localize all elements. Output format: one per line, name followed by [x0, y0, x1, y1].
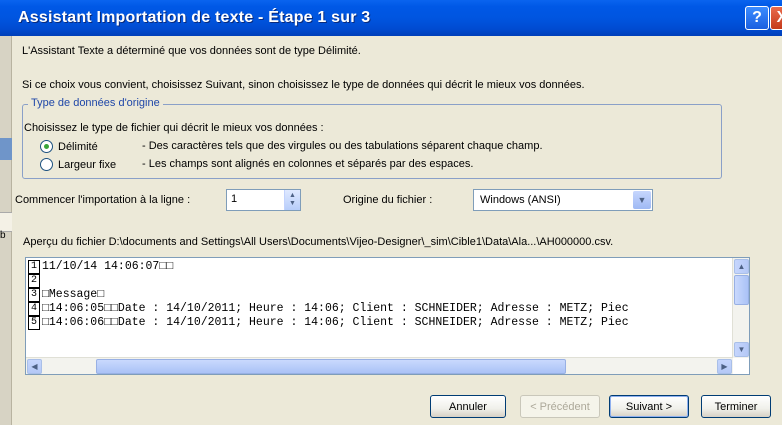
scroll-up-icon[interactable]: ▲ [734, 259, 749, 274]
radio-delimited-label[interactable]: Délimité [58, 141, 148, 153]
help-icon: ? [752, 9, 762, 26]
preview-row-number: 1 [28, 260, 40, 274]
scroll-down-icon[interactable]: ▼ [734, 342, 749, 357]
vertical-scroll-thumb[interactable] [734, 275, 749, 305]
stepper-arrows-icon[interactable]: ▲ ▼ [284, 190, 300, 210]
preview-row-text: □Message□ [42, 288, 105, 301]
preview-lines: 1 11/10/14 14:06:07□□ 2 3 □Message□ 4 □1… [28, 260, 733, 350]
chevron-down-icon[interactable]: ▼ [633, 191, 651, 209]
scroll-right-icon[interactable]: ▶ [717, 359, 732, 374]
horizontal-scroll-thumb[interactable] [96, 359, 566, 374]
preview-row-number: 3 [28, 288, 40, 302]
radio-button-checked[interactable] [40, 140, 53, 153]
window-title: Assistant Importation de texte - Étape 1… [18, 9, 371, 26]
file-preview[interactable]: 1 11/10/14 14:06:07□□ 2 3 □Message□ 4 □1… [25, 257, 750, 375]
background-window-highlight [0, 138, 12, 160]
next-button[interactable]: Suivant > [609, 395, 689, 418]
close-button[interactable]: X [770, 6, 782, 30]
preview-row-text: 11/10/14 14:06:07□□ [42, 260, 174, 273]
background-window-field [0, 212, 12, 232]
title-bar: Assistant Importation de texte - Étape 1… [0, 0, 782, 36]
preview-row: 5 □14:06:06□□Date : 14/10/2011; Heure : … [28, 316, 733, 330]
scroll-left-icon[interactable]: ◀ [27, 359, 42, 374]
finish-button[interactable]: Terminer [701, 395, 771, 418]
preview-row: 3 □Message□ [28, 288, 733, 302]
preview-row-number: 2 [28, 274, 40, 288]
previous-button[interactable]: < Précédent [520, 395, 600, 418]
file-origin-select[interactable]: Windows (ANSI) ▼ [473, 189, 653, 211]
help-button[interactable]: ? [745, 6, 769, 30]
file-origin-value: Windows (ANSI) [480, 194, 561, 206]
preview-row: 1 11/10/14 14:06:07□□ [28, 260, 733, 274]
preview-row-text: □14:06:05□□Date : 14/10/2011; Heure : 14… [42, 302, 629, 315]
radio-delimited-description: - Des caractères tels que des virgules o… [142, 140, 543, 152]
vertical-scrollbar[interactable]: ▲ ▼ [732, 258, 749, 358]
radio-fixed-width-description: - Les champs sont alignés en colonnes et… [142, 158, 474, 170]
preview-row: 2 [28, 274, 733, 288]
background-window-text: b [0, 230, 6, 241]
radio-delimited[interactable]: Délimité [40, 140, 148, 153]
preview-row-text: □14:06:06□□Date : 14/10/2011; Heure : 14… [42, 316, 629, 329]
preview-row-number: 4 [28, 302, 40, 316]
cancel-button[interactable]: Annuler [430, 395, 506, 418]
radio-button-unchecked[interactable] [40, 158, 53, 171]
close-icon: X [776, 9, 782, 26]
preview-row-number: 5 [28, 316, 40, 330]
horizontal-scrollbar[interactable]: ◀ ▶ [26, 357, 733, 374]
import-start-value[interactable]: 1 [227, 190, 284, 210]
intro-line-1: L'Assistant Texte a déterminé que vos do… [22, 45, 361, 57]
data-type-legend: Type de données d'origine [28, 97, 163, 109]
preview-label: Aperçu du fichier D:\documents and Setti… [23, 236, 614, 248]
preview-row: 4 □14:06:05□□Date : 14/10/2011; Heure : … [28, 302, 733, 316]
intro-line-2: Si ce choix vous convient, choisissez Su… [22, 79, 585, 91]
radio-fixed-width[interactable]: Largeur fixe [40, 158, 148, 171]
data-type-prompt: Choisissez le type de fichier qui décrit… [24, 122, 324, 134]
import-start-label: Commencer l'importation à la ligne : [15, 194, 191, 206]
file-origin-label: Origine du fichier : [343, 194, 433, 206]
import-start-stepper[interactable]: 1 ▲ ▼ [226, 189, 301, 211]
radio-fixed-width-label[interactable]: Largeur fixe [58, 159, 148, 171]
